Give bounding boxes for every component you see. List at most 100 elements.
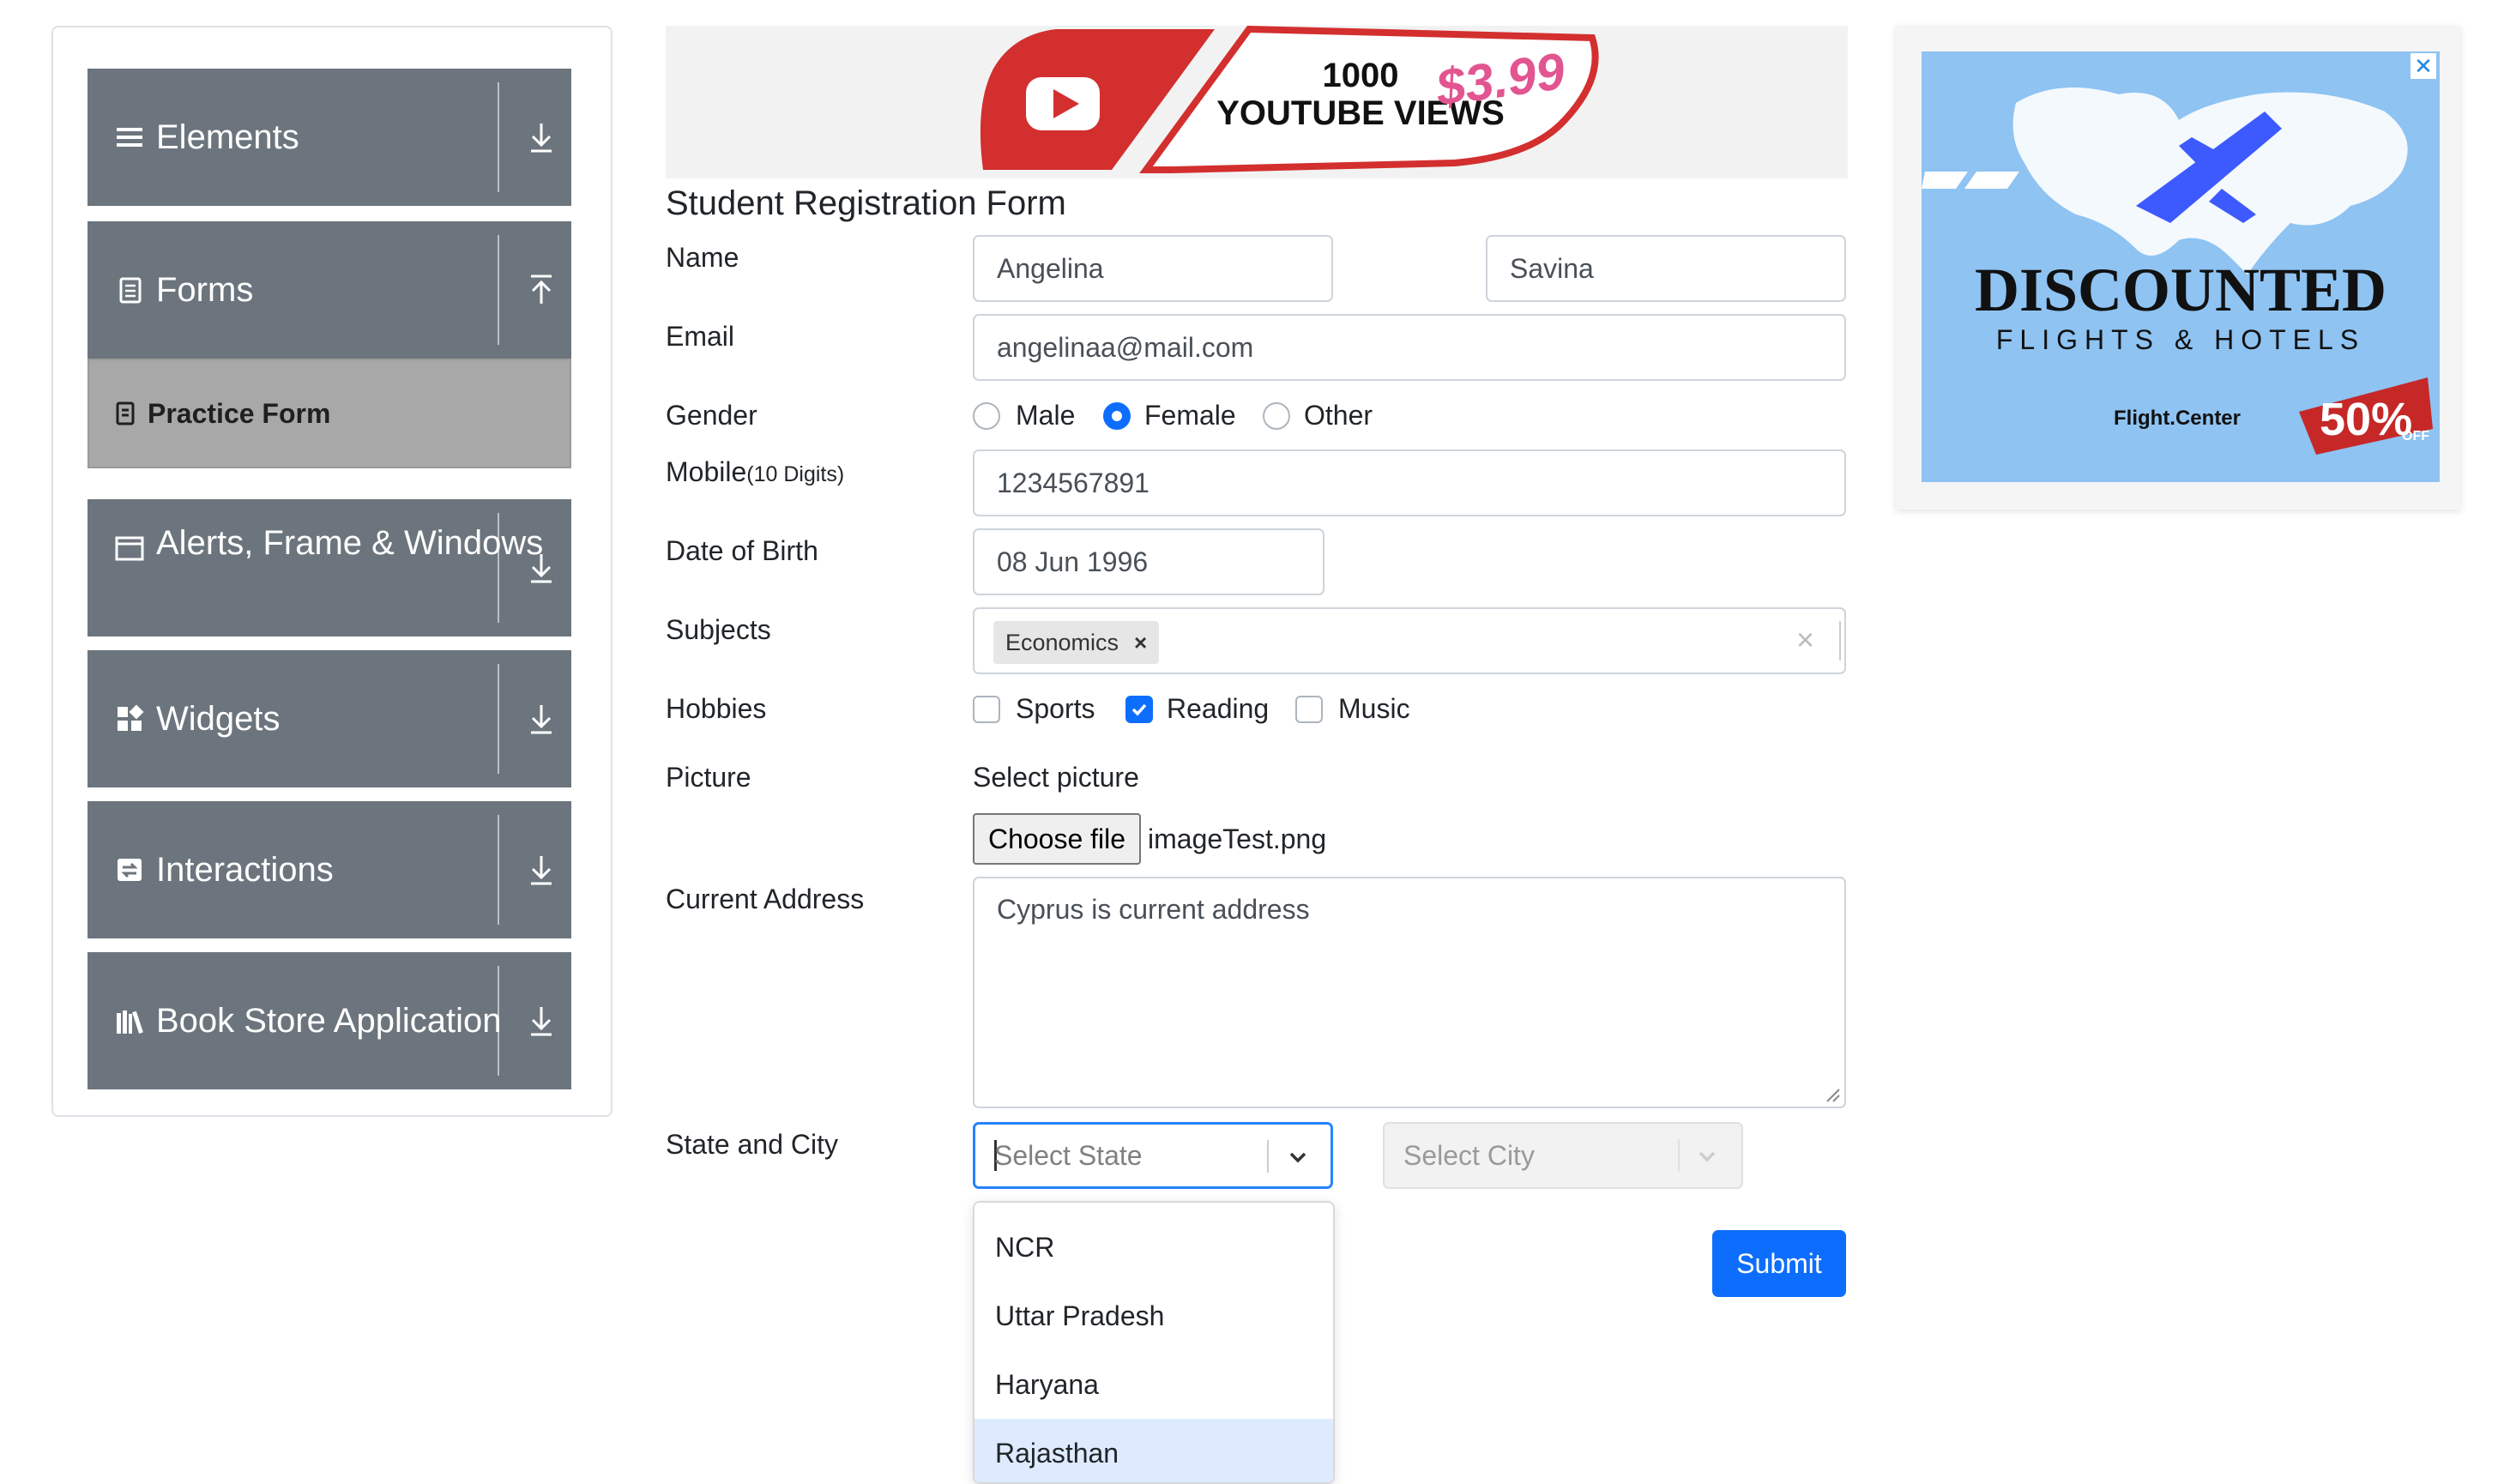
hobby-music-label[interactable]: Music: [1338, 690, 1410, 727]
download-arrow-icon: [531, 1007, 552, 1036]
widgets-icon: [118, 704, 144, 731]
subject-chip-label: Economics: [1005, 629, 1119, 655]
select-divider: [1267, 1140, 1269, 1173]
group-book-store-application[interactable]: Book Store Application: [87, 952, 571, 1089]
group-label: Forms: [156, 271, 254, 309]
address-value: Cyprus is current address: [997, 894, 1310, 925]
state-option[interactable]: Haryana: [974, 1350, 1333, 1419]
resize-handle-icon[interactable]: [1825, 1088, 1841, 1103]
email-label: Email: [666, 321, 735, 352]
window-icon: [115, 536, 144, 561]
divider: [498, 235, 499, 345]
hobbies-label: Hobbies: [666, 693, 767, 724]
checkmark-icon: [1131, 703, 1147, 716]
gender-female-radio[interactable]: [1103, 402, 1131, 430]
group-forms[interactable]: Forms: [87, 221, 571, 359]
subjects-divider: [1839, 621, 1841, 661]
city-placeholder: Select City: [1403, 1139, 1535, 1171]
group-elements[interactable]: Elements: [87, 69, 571, 206]
ad-discount-suffix: OFF: [2402, 429, 2429, 443]
hobby-reading-label[interactable]: Reading: [1167, 690, 1269, 727]
upload-arrow-icon: [531, 274, 552, 304]
submit-button[interactable]: Submit: [1712, 1230, 1846, 1297]
sidebar-item-label: Practice Form: [148, 397, 331, 429]
state-option-highlighted[interactable]: Rajasthan: [974, 1419, 1333, 1482]
group-label: Interactions: [156, 851, 334, 889]
choose-file-button[interactable]: Choose file: [973, 813, 1141, 865]
mobile-hint: (10 Digits): [746, 462, 845, 486]
address-label: Current Address: [666, 884, 865, 914]
last-name-input[interactable]: Savina: [1486, 235, 1846, 302]
interactions-icon: [118, 859, 142, 881]
group-label: Alerts, Frame & Windows: [156, 524, 544, 562]
state-select[interactable]: Select State: [973, 1122, 1333, 1189]
practice-form-icon: [116, 401, 135, 425]
gender-male-radio[interactable]: [973, 402, 1000, 430]
dob-label: Date of Birth: [666, 535, 818, 566]
ad-close-icon[interactable]: ✕: [2411, 53, 2436, 79]
name-label: Name: [666, 242, 739, 273]
gender-other-radio[interactable]: [1263, 402, 1290, 430]
group-widgets[interactable]: Widgets: [87, 650, 571, 787]
city-select: Select City: [1383, 1122, 1743, 1189]
group-label: Widgets: [156, 700, 281, 738]
ad-discount: 50%: [2320, 394, 2413, 445]
state-dropdown-menu: NCR Uttar Pradesh Haryana Rajasthan: [973, 1201, 1335, 1484]
books-icon: [117, 1010, 143, 1034]
email-value: angelinaa@mail.com: [997, 331, 1254, 363]
email-field[interactable]: angelinaa@mail.com: [973, 314, 1846, 381]
hobby-reading-checkbox[interactable]: [1125, 696, 1153, 723]
group-label: Book Store Application: [156, 1002, 502, 1040]
gender-other-label[interactable]: Other: [1304, 396, 1373, 434]
download-arrow-icon: [531, 856, 552, 885]
group-interactions[interactable]: Interactions: [87, 801, 571, 938]
current-address-textarea[interactable]: Cyprus is current address: [973, 877, 1846, 1108]
state-city-label: State and City: [666, 1129, 838, 1160]
sidebar-item-practice-form[interactable]: Practice Form: [87, 359, 571, 468]
divider: [498, 966, 499, 1076]
gender-female-label[interactable]: Female: [1144, 396, 1236, 434]
state-placeholder: Select State: [994, 1139, 1143, 1171]
divider: [498, 513, 499, 623]
mobile-field[interactable]: 1234567891: [973, 449, 1846, 516]
ad-subline: FLIGHTS & HOTELS: [1995, 324, 2366, 355]
dob-input[interactable]: 08 Jun 1996: [973, 528, 1324, 595]
hobby-sports-checkbox[interactable]: [973, 696, 1000, 723]
dob-value: 08 Jun 1996: [997, 546, 1149, 577]
picture-label: Picture: [666, 762, 751, 793]
select-divider: [1678, 1139, 1680, 1172]
first-name-value: Angelina: [997, 252, 1104, 284]
download-arrow-icon: [531, 124, 552, 153]
state-option[interactable]: Uttar Pradesh: [974, 1282, 1333, 1350]
download-arrow-icon: [531, 554, 552, 583]
ad-headline: DISCOUNTED: [1974, 256, 2387, 324]
select-picture-label: Select picture: [973, 762, 1139, 793]
group-alerts-frame-windows[interactable]: Alerts, Frame & Windows: [87, 499, 571, 636]
first-name-input[interactable]: Angelina: [973, 235, 1333, 302]
divider: [498, 815, 499, 925]
gender-male-label[interactable]: Male: [1016, 396, 1075, 434]
file-name: imageTest.png: [1148, 823, 1327, 854]
hobby-music-checkbox[interactable]: [1295, 696, 1323, 723]
ad-brand: Flight.Center: [2114, 407, 2241, 430]
download-arrow-icon: [531, 705, 552, 734]
state-option[interactable]: NCR: [974, 1213, 1333, 1282]
chevron-down-icon: [1699, 1151, 1716, 1162]
subject-chip: Economics ×: [993, 621, 1160, 664]
page-title: Student Registration Form: [666, 184, 1066, 222]
group-label: Elements: [156, 118, 299, 156]
side-ad[interactable]: DISCOUNTED FLIGHTS & HOTELS Flight.Cente…: [1922, 51, 2440, 482]
gender-label: Gender: [666, 400, 757, 431]
mobile-label-text: Mobile: [666, 456, 747, 487]
divider: [498, 82, 499, 192]
mobile-label: Mobile(10 Digits): [666, 453, 844, 493]
chevron-down-icon[interactable]: [1286, 1145, 1310, 1169]
document-icon: [119, 277, 142, 304]
subjects-clear-icon[interactable]: ×: [1796, 621, 1814, 659]
hobby-sports-label[interactable]: Sports: [1016, 690, 1095, 727]
subject-chip-remove-icon[interactable]: ×: [1134, 630, 1147, 656]
hamburger-icon: [117, 128, 142, 147]
mobile-value: 1234567891: [997, 467, 1149, 498]
subjects-label: Subjects: [666, 614, 771, 645]
top-banner-ad[interactable]: 1000 YOUTUBE VIEWS $3.99: [666, 26, 1848, 178]
